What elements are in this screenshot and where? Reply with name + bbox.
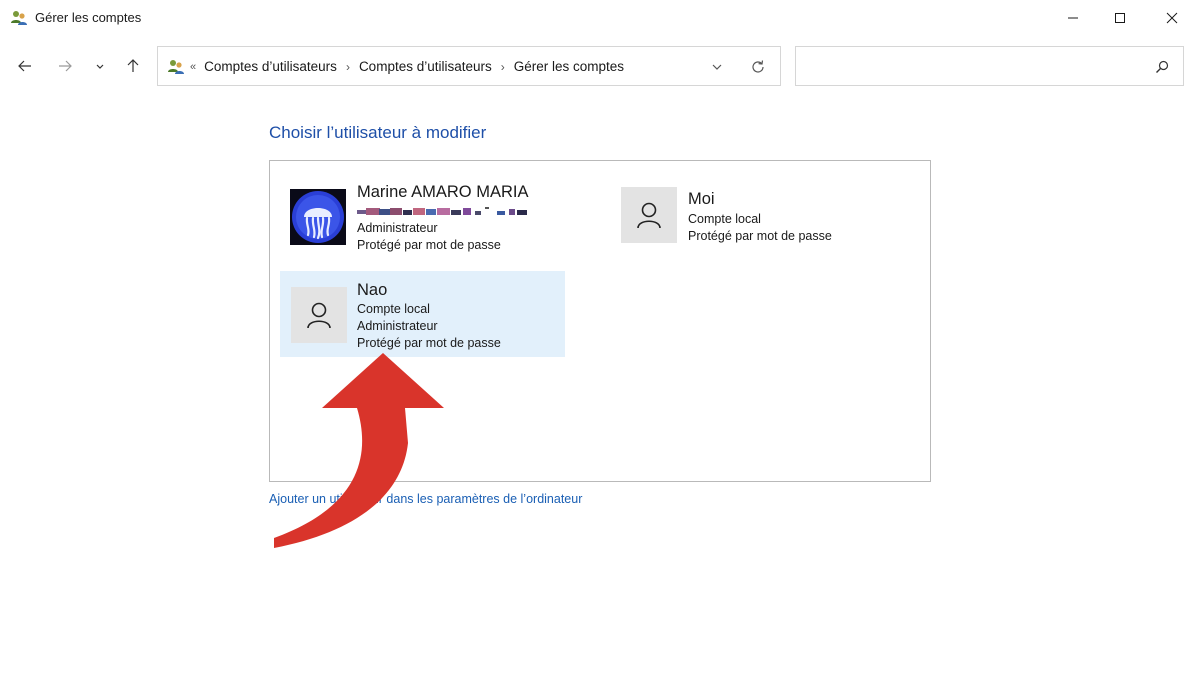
jellyfish-avatar	[290, 189, 346, 245]
annotation-arrow-icon	[274, 353, 444, 548]
arrow-up-icon	[127, 59, 139, 72]
account-detail: Administrateur	[357, 319, 438, 333]
chevron-down-icon	[96, 64, 104, 69]
address-dropdown-icon[interactable]	[709, 59, 725, 75]
page-heading: Choisir l’utilisateur à modifier	[269, 123, 487, 142]
minimize-button[interactable]	[1050, 0, 1096, 36]
users-app-icon	[11, 11, 27, 25]
account-tile-marine[interactable]: Marine AMARO MARIA Administrateur Protég…	[280, 175, 590, 265]
redacted-email-scribble	[357, 207, 527, 215]
account-detail: Compte local	[357, 302, 430, 316]
breadcrumb-overflow-button[interactable]: «	[190, 61, 196, 73]
arrow-right-icon	[59, 60, 72, 72]
forward-button[interactable]	[52, 53, 78, 79]
user-avatar	[621, 187, 677, 243]
back-button[interactable]	[12, 53, 38, 79]
account-detail: Administrateur	[357, 221, 438, 235]
close-button[interactable]	[1149, 0, 1195, 36]
search-icon[interactable]	[1155, 60, 1169, 74]
breadcrumb-item[interactable]: Comptes d’utilisateurs	[204, 59, 337, 74]
users-location-icon	[168, 60, 184, 74]
address-bar[interactable]: « Comptes d’utilisateurs › Comptes d’uti…	[157, 46, 781, 86]
recent-locations-button[interactable]	[87, 53, 113, 79]
account-detail: Protégé par mot de passe	[357, 238, 501, 252]
close-icon	[1166, 12, 1178, 24]
chevron-right-icon[interactable]: ›	[501, 60, 505, 74]
breadcrumb: « Comptes d’utilisateurs › Comptes d’uti…	[190, 59, 624, 74]
breadcrumb-item[interactable]: Comptes d’utilisateurs	[359, 59, 492, 74]
user-icon	[307, 302, 331, 329]
minimize-icon	[1068, 17, 1078, 19]
arrow-left-icon	[18, 60, 31, 72]
maximize-icon	[1115, 13, 1125, 23]
account-name: Nao	[357, 281, 388, 299]
up-button[interactable]	[120, 53, 146, 79]
chevron-right-icon[interactable]: ›	[346, 60, 350, 74]
maximize-button[interactable]	[1097, 0, 1143, 36]
user-icon	[637, 202, 661, 229]
user-avatar	[291, 287, 347, 343]
search-input[interactable]	[806, 57, 1146, 77]
search-box[interactable]	[795, 46, 1184, 86]
refresh-icon[interactable]	[750, 59, 766, 75]
account-name: Moi	[688, 190, 715, 208]
account-tile-nao[interactable]: Nao Compte local Administrateur Protégé …	[280, 271, 565, 357]
account-detail: Compte local	[688, 212, 761, 226]
window-title: Gérer les comptes	[35, 10, 142, 25]
breadcrumb-item-current[interactable]: Gérer les comptes	[514, 59, 624, 74]
account-name: Marine AMARO MARIA	[357, 183, 529, 201]
title-bar: Gérer les comptes	[0, 0, 1200, 36]
account-detail: Protégé par mot de passe	[688, 229, 832, 243]
account-tile-moi[interactable]: Moi Compte local Protégé par mot de pass…	[611, 175, 911, 265]
